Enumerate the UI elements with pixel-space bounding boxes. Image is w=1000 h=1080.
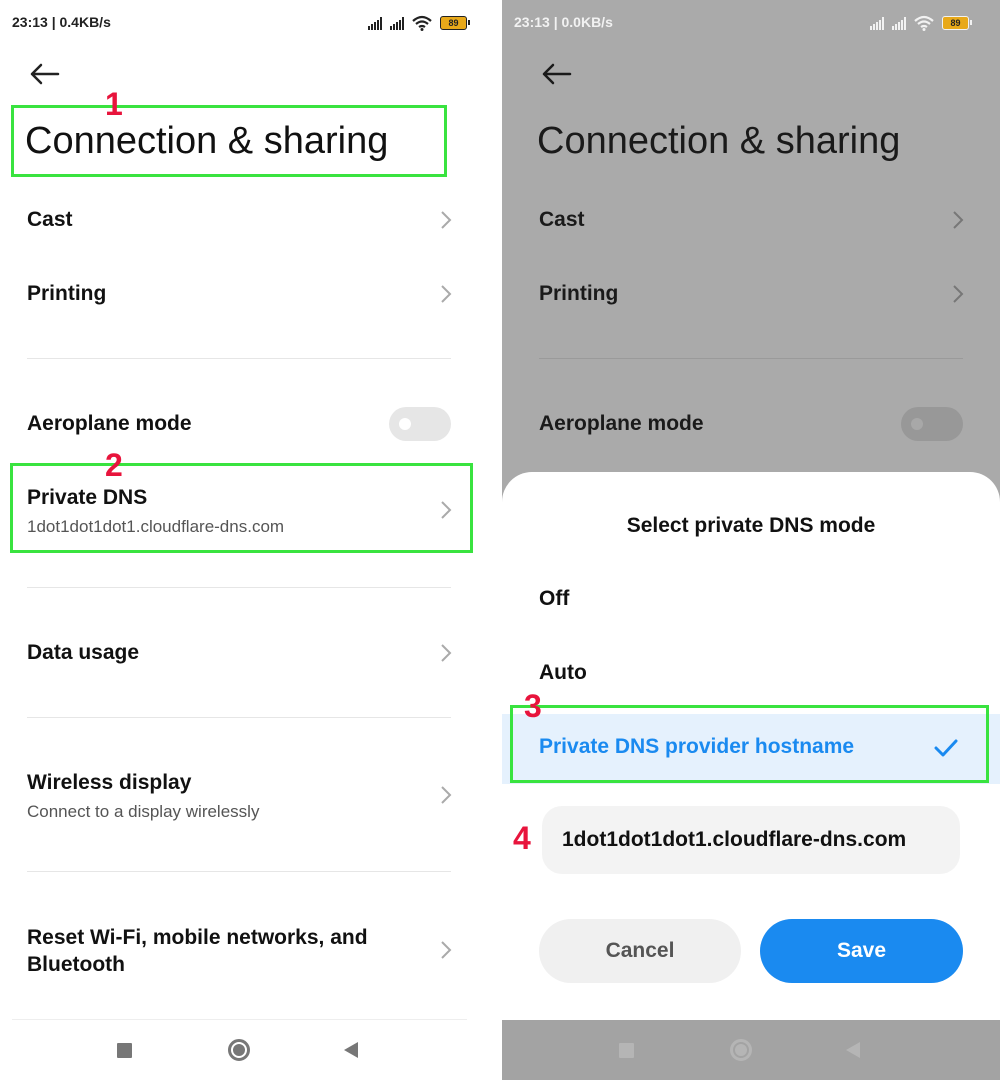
nav-back-icon[interactable]: [344, 1042, 358, 1058]
option-label: Off: [539, 587, 570, 610]
settings-screen: 23:13 | 0.4KB/s 89 Connection & sharing …: [0, 0, 500, 1080]
battery-icon: 89: [942, 16, 972, 30]
nav-back-icon[interactable]: [846, 1042, 860, 1058]
wireless-display-subtitle: Connect to a display wirelessly: [27, 802, 260, 821]
aeroplane-label: Aeroplane mode: [539, 412, 704, 435]
divider: [27, 358, 451, 359]
signal-icon: [870, 16, 884, 30]
dialog-title: Select private DNS mode: [626, 514, 876, 537]
reset-network-label-line2: Bluetooth: [27, 953, 125, 976]
printing-label: Printing: [27, 282, 107, 305]
navigation-bar: [502, 1020, 1000, 1080]
status-bar: 23:13 | 0.0KB/s 89: [514, 12, 972, 34]
chevron-right-icon: [953, 285, 964, 303]
divider: [27, 587, 451, 588]
status-time-speed: 23:13 | 0.0KB/s: [514, 14, 613, 30]
cast-label: Cast: [539, 208, 585, 231]
divider: [539, 358, 963, 359]
reset-network-label-line1: Reset Wi-Fi, mobile networks, and: [27, 926, 368, 949]
wireless-display-label: Wireless display: [27, 771, 192, 794]
annotation-number: 1: [105, 86, 123, 122]
chevron-right-icon: [441, 211, 452, 229]
chevron-right-icon: [441, 644, 452, 662]
back-arrow-icon: [542, 63, 572, 85]
status-time-speed: 23:13 | 0.4KB/s: [12, 14, 111, 30]
divider: [27, 717, 451, 718]
back-arrow-icon[interactable]: [28, 60, 60, 88]
signal-icon: [892, 16, 906, 30]
highlight-box: [510, 705, 989, 783]
divider: [27, 871, 451, 872]
highlight-box: [10, 463, 473, 553]
signal-icon: [368, 16, 382, 30]
wifi-icon: [412, 15, 432, 31]
battery-icon: 89: [440, 16, 470, 30]
signal-icon: [390, 16, 404, 30]
highlight-box: [11, 105, 447, 177]
option-auto[interactable]: Auto: [502, 640, 1000, 710]
cast-label: Cast: [27, 208, 73, 231]
chevron-right-icon: [953, 211, 964, 229]
cancel-button[interactable]: Cancel: [539, 919, 741, 983]
chevron-right-icon: [441, 941, 452, 959]
aeroplane-toggle[interactable]: [389, 407, 451, 441]
navigation-bar: [0, 1020, 500, 1080]
dns-dialog-screen: 23:13 | 0.0KB/s 89 Connection & sharing …: [502, 0, 1000, 1080]
data-usage-label: Data usage: [27, 641, 140, 664]
nav-recents-icon[interactable]: [117, 1043, 132, 1058]
nav-recents-icon[interactable]: [619, 1043, 634, 1058]
option-off[interactable]: Off: [502, 566, 1000, 636]
save-button[interactable]: Save: [760, 919, 963, 983]
page-title: Connection & sharing: [537, 120, 901, 162]
annotation-number: 3: [524, 688, 542, 724]
printing-label: Printing: [539, 282, 619, 305]
chevron-right-icon: [441, 285, 452, 303]
nav-home-icon[interactable]: [730, 1039, 752, 1061]
chevron-right-icon: [441, 786, 452, 804]
option-label: Auto: [539, 661, 587, 684]
nav-home-icon[interactable]: [228, 1039, 250, 1061]
annotation-number: 4: [513, 820, 531, 856]
wifi-icon: [914, 15, 934, 31]
annotation-number: 2: [105, 447, 123, 483]
aeroplane-toggle: [901, 407, 963, 441]
aeroplane-label: Aeroplane mode: [27, 412, 192, 435]
status-bar: 23:13 | 0.4KB/s 89: [12, 12, 470, 34]
dns-hostname-input[interactable]: [542, 806, 960, 874]
